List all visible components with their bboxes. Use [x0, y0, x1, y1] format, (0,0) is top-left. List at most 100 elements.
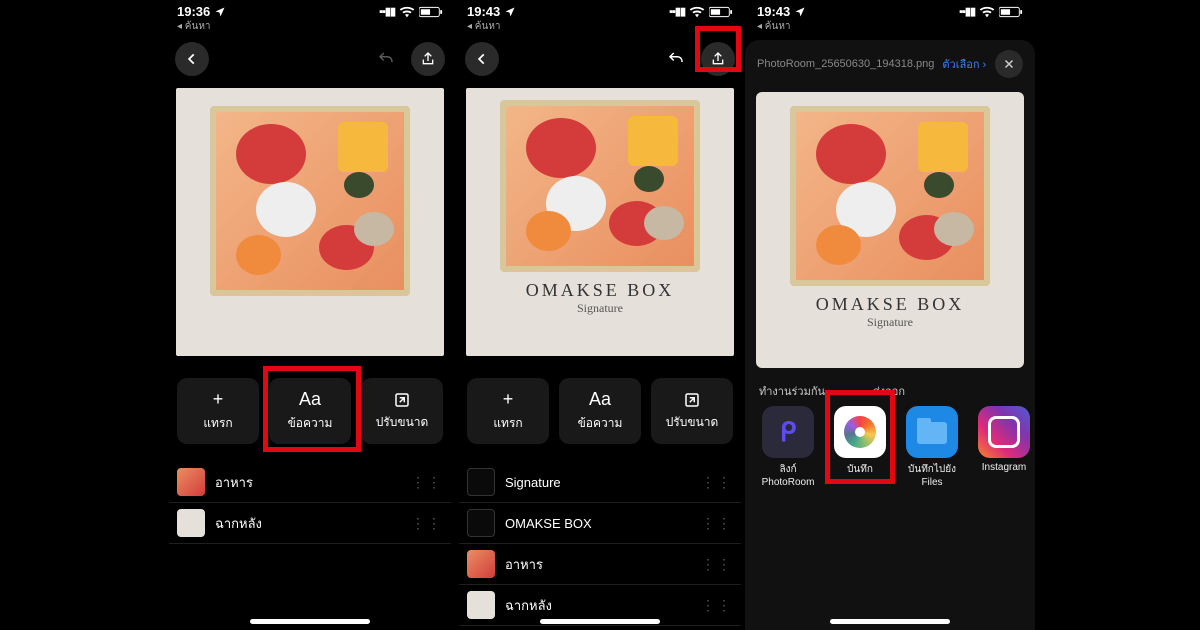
share-button[interactable] — [701, 42, 735, 76]
tool-insert[interactable]: + แทรก — [467, 378, 549, 444]
screen-edit-1: 19:36 ▪▪▮▮ ◂ ค้นหา + แทรก — [165, 0, 455, 630]
tool-resize[interactable]: ปรับขนาด — [361, 378, 443, 444]
layer-label: อาหาร — [215, 472, 253, 493]
app-save-photos[interactable]: บันทึก — [829, 406, 891, 488]
layer-list: Signature ⋮⋮ OMAKSE BOX ⋮⋮ อาหาร ⋮⋮ ฉากห… — [455, 456, 745, 626]
wifi-icon — [399, 6, 415, 18]
undo-icon — [667, 50, 685, 68]
tool-label: ปรับขนาด — [376, 413, 429, 432]
close-button[interactable] — [995, 50, 1023, 78]
plus-icon: + — [213, 389, 224, 410]
tool-insert[interactable]: + แทรก — [177, 378, 259, 444]
status-time: 19:43 — [757, 4, 790, 19]
nav-bar — [165, 38, 455, 82]
tool-label: ปรับขนาด — [666, 413, 719, 432]
undo-button[interactable] — [659, 42, 693, 76]
undo-button[interactable] — [369, 42, 403, 76]
battery-icon — [709, 6, 733, 18]
toolbar: + แทรก Aa ข้อความ ปรับขนาด — [165, 356, 455, 456]
toolbar: + แทรก Aa ข้อความ ปรับขนาด — [455, 356, 745, 456]
status-bar: 19:36 ▪▪▮▮ — [165, 0, 455, 19]
text-aa-icon: Aa — [589, 389, 611, 410]
text-aa-icon: Aa — [299, 389, 321, 410]
share-header: PhotoRoom_25650630_194318.png ตัวเลือก › — [745, 40, 1035, 88]
layer-label: OMAKSE BOX — [505, 516, 592, 531]
battery-icon — [419, 6, 443, 18]
layer-label: อาหาร — [505, 554, 543, 575]
back-button[interactable] — [175, 42, 209, 76]
chevron-left-icon — [475, 52, 489, 66]
layer-row[interactable]: ฉากหลัง ⋮⋮ — [169, 503, 451, 544]
caption-main: OMAKSE BOX — [526, 280, 675, 301]
chevron-left-icon — [185, 52, 199, 66]
breadcrumb[interactable]: ◂ ค้นหา — [165, 19, 455, 38]
home-indicator[interactable] — [830, 619, 950, 624]
status-icons: ▪▪▮▮ — [379, 5, 443, 18]
canvas-preview[interactable]: OMAKSE BOX Signature — [466, 88, 734, 356]
app-instagram[interactable]: Instagram — [973, 406, 1035, 488]
battery-icon — [999, 6, 1023, 18]
caption-main: OMAKSE BOX — [816, 294, 965, 315]
share-filename: PhotoRoom_25650630_194318.png — [757, 58, 934, 70]
layer-row[interactable]: Signature ⋮⋮ — [459, 462, 741, 503]
resize-icon — [393, 391, 411, 409]
layer-row[interactable]: OMAKSE BOX ⋮⋮ — [459, 503, 741, 544]
drag-handle-icon[interactable]: ⋮⋮ — [411, 515, 443, 532]
files-icon — [906, 406, 958, 458]
layer-label: Signature — [505, 475, 561, 490]
share-preview: OMAKSE BOX Signature — [756, 92, 1024, 368]
drag-handle-icon[interactable]: ⋮⋮ — [701, 556, 733, 573]
layer-thumb — [467, 591, 495, 619]
photos-icon — [834, 406, 886, 458]
undo-icon — [377, 50, 395, 68]
food-image — [210, 106, 410, 296]
share-icon — [420, 51, 436, 67]
drag-handle-icon[interactable]: ⋮⋮ — [701, 474, 733, 491]
app-photoroom-link[interactable]: ᑭ ลิงก์ PhotoRoom — [757, 406, 819, 488]
tool-label: ข้อความ — [288, 414, 333, 433]
instagram-icon — [978, 406, 1030, 458]
tool-resize[interactable]: ปรับขนาด — [651, 378, 733, 444]
share-icon — [710, 51, 726, 67]
tool-label: ข้อความ — [578, 414, 623, 433]
wifi-icon — [979, 6, 995, 18]
layer-thumb — [467, 509, 495, 537]
tool-label: แทรก — [493, 414, 522, 433]
tool-text[interactable]: Aa ข้อความ — [269, 378, 351, 444]
nav-bar — [455, 38, 745, 82]
layer-row[interactable]: อาหาร ⋮⋮ — [459, 544, 741, 585]
app-save-files[interactable]: บันทึกไปยัง Files — [901, 406, 963, 488]
canvas-preview[interactable] — [176, 88, 444, 356]
drag-handle-icon[interactable]: ⋮⋮ — [701, 597, 733, 614]
share-section-labels: ทำงานร่วมกัน ส่งออก — [745, 368, 1035, 404]
layer-label: ฉากหลัง — [215, 513, 262, 534]
label-collab: ทำงานร่วมกัน — [759, 382, 825, 400]
options-link[interactable]: ตัวเลือก › — [942, 55, 986, 73]
layer-thumb — [177, 468, 205, 496]
layer-thumb — [467, 550, 495, 578]
status-time: 19:43 — [467, 4, 500, 19]
caption-sub: Signature — [867, 315, 913, 330]
status-icons: ▪▪▮▮ — [959, 5, 1023, 18]
breadcrumb[interactable]: ◂ ค้นหา — [455, 19, 745, 38]
layer-thumb — [467, 468, 495, 496]
drag-handle-icon[interactable]: ⋮⋮ — [411, 474, 443, 491]
back-button[interactable] — [465, 42, 499, 76]
app-label: ลิงก์ PhotoRoom — [757, 462, 819, 488]
drag-handle-icon[interactable]: ⋮⋮ — [701, 515, 733, 532]
layer-label: ฉากหลัง — [505, 595, 552, 616]
status-bar: 19:43 ▪▪▮▮ — [455, 0, 745, 19]
wifi-icon — [689, 6, 705, 18]
home-indicator[interactable] — [540, 619, 660, 624]
breadcrumb[interactable]: ◂ ค้นหา — [745, 19, 1035, 38]
screen-edit-2: 19:43 ▪▪▮▮ ◂ ค้นหา OMAKSE BOX Signature — [455, 0, 745, 630]
photoroom-icon: ᑭ — [762, 406, 814, 458]
layer-row[interactable]: อาหาร ⋮⋮ — [169, 462, 451, 503]
label-export: ส่งออก — [873, 382, 905, 400]
home-indicator[interactable] — [250, 619, 370, 624]
share-button[interactable] — [411, 42, 445, 76]
tool-text[interactable]: Aa ข้อความ — [559, 378, 641, 444]
resize-icon — [683, 391, 701, 409]
status-icons: ▪▪▮▮ — [669, 5, 733, 18]
food-image — [790, 106, 990, 286]
